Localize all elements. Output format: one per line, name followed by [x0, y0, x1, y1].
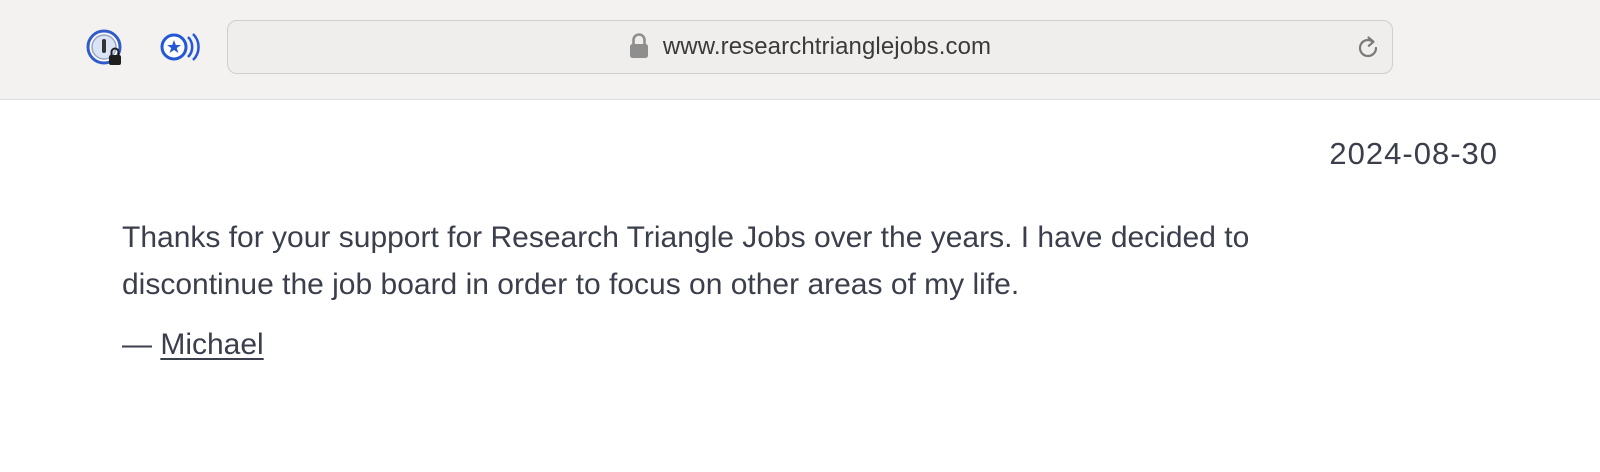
reload-icon[interactable] [1354, 34, 1382, 62]
announcement-text: Thanks for your support for Research Tri… [122, 221, 1250, 301]
signature-dash: — [122, 328, 161, 361]
signature: — Michael [122, 325, 264, 365]
lock-icon [629, 33, 648, 58]
password-manager-icon[interactable] [86, 28, 126, 68]
reading-list-audio-icon[interactable] [160, 28, 200, 68]
author-link[interactable]: Michael [160, 328, 263, 361]
post-date: 2024-08-30 [1329, 136, 1498, 171]
address-bar[interactable]: www.researchtrianglejobs.com [227, 20, 1393, 74]
url-group: www.researchtrianglejobs.com [228, 21, 1392, 73]
browser-toolbar: www.researchtrianglejobs.com [0, 0, 1600, 100]
url-text[interactable]: www.researchtrianglejobs.com [663, 33, 991, 61]
